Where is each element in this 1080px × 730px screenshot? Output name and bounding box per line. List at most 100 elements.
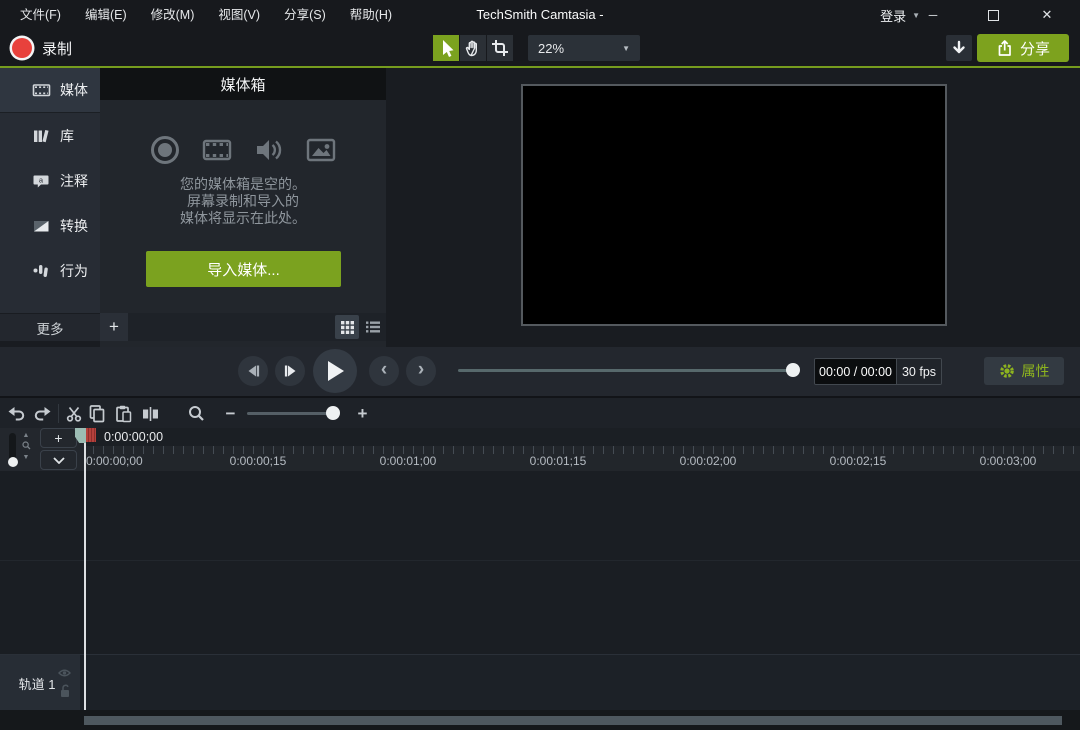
menu-edit[interactable]: 编辑(E) xyxy=(75,0,137,30)
share-button[interactable]: 分享 xyxy=(977,34,1069,62)
transition-square-icon xyxy=(32,217,51,235)
timeline-zoom-thumb[interactable] xyxy=(326,406,340,420)
pan-tool-button[interactable] xyxy=(460,35,486,61)
track-1-header[interactable]: 轨道 1 xyxy=(0,655,80,710)
minimize-button[interactable]: ─ xyxy=(910,0,956,30)
sidebar-item-behaviors[interactable]: 行为 xyxy=(0,248,100,293)
menu-modify[interactable]: 修改(M) xyxy=(141,0,205,30)
previous-clip-button[interactable]: ‹ xyxy=(369,356,399,386)
lock-open-icon[interactable] xyxy=(60,684,71,698)
play-button[interactable] xyxy=(313,349,357,393)
track-height-thumb[interactable] xyxy=(8,457,18,467)
time-display: 00:00 / 00:00 30 fps xyxy=(814,358,942,385)
add-media-button[interactable]: + xyxy=(100,313,128,341)
copy-button[interactable] xyxy=(84,401,109,426)
sidebar-item-library[interactable]: 库 xyxy=(0,113,100,158)
ruler-label: 0:00:01;15 xyxy=(530,454,587,468)
properties-label: 属性 xyxy=(1022,361,1050,381)
step-forward-button[interactable] xyxy=(275,356,305,386)
arrow-up-icon: ▲ xyxy=(20,432,32,440)
media-bin-footer: + xyxy=(100,313,386,341)
timeline-empty-area[interactable] xyxy=(0,471,1080,654)
record-icon xyxy=(12,38,32,58)
sign-in-label: 登录 xyxy=(880,6,906,25)
current-time[interactable]: 00:00 / 00:00 xyxy=(815,359,896,384)
select-tool-button[interactable] xyxy=(433,35,459,61)
toolbar-separator xyxy=(58,404,59,423)
annotation-bubble-icon: a xyxy=(32,172,51,190)
grid-view-icon xyxy=(341,321,354,334)
track-row-1[interactable]: 轨道 1 xyxy=(0,654,1080,710)
menu-share[interactable]: 分享(S) xyxy=(274,0,336,30)
gear-icon xyxy=(999,363,1015,379)
split-icon xyxy=(141,405,160,423)
playhead-line[interactable] xyxy=(84,428,86,710)
ruler-label: 0:00:00;15 xyxy=(230,454,287,468)
plus-icon: + xyxy=(54,430,62,446)
undo-icon xyxy=(7,405,26,422)
canvas-zoom-dropdown[interactable]: 22% ▼ xyxy=(528,35,640,61)
empty-text-line: 屏幕录制和导入的 xyxy=(100,193,386,210)
zoom-in-button[interactable]: + xyxy=(350,401,375,426)
chevron-down-icon xyxy=(53,457,65,464)
ruler-label: 0:00:00;00 xyxy=(86,454,143,468)
record-circle-icon xyxy=(149,134,181,166)
menu-bar: 文件(F) 编辑(E) 修改(M) 视图(V) 分享(S) 帮助(H) xyxy=(10,0,402,30)
properties-button[interactable]: 属性 xyxy=(984,357,1064,385)
redo-button[interactable] xyxy=(30,401,55,426)
next-clip-button[interactable]: › xyxy=(406,356,436,386)
canvas-tools xyxy=(433,35,513,61)
step-forward-icon xyxy=(283,364,298,378)
track-options-button[interactable] xyxy=(40,450,77,470)
minimize-icon: ─ xyxy=(929,8,938,22)
cut-button[interactable] xyxy=(61,401,86,426)
eye-icon[interactable] xyxy=(58,668,71,678)
playhead-out-handle[interactable] xyxy=(86,428,96,442)
menu-help[interactable]: 帮助(H) xyxy=(340,0,402,30)
sidebar-item-transitions[interactable]: 转换 xyxy=(0,203,100,248)
crop-tool-button[interactable] xyxy=(487,35,513,61)
undo-button[interactable] xyxy=(4,401,29,426)
sidebar-item-label: 媒体 xyxy=(60,80,88,100)
chevron-down-icon: ▼ xyxy=(622,44,630,53)
title-bar: TechSmith Camtasia - 文件(F) 编辑(E) 修改(M) 视… xyxy=(0,0,1080,30)
frame-rate[interactable]: 30 fps xyxy=(896,359,941,384)
split-button[interactable] xyxy=(138,401,163,426)
sidebar-item-media[interactable]: 媒体 xyxy=(0,68,100,113)
add-track-button[interactable]: + xyxy=(40,428,77,448)
maximize-button[interactable] xyxy=(970,0,1016,30)
grid-view-button[interactable] xyxy=(335,315,359,339)
plus-icon: + xyxy=(358,405,368,422)
timeline-scrollbar-thumb[interactable] xyxy=(84,716,1062,725)
video-preview[interactable] xyxy=(521,84,947,326)
tools-sidebar: 媒体 库 a 注释 转换 行为 更多 xyxy=(0,68,100,341)
empty-text-line: 媒体将显示在此处。 xyxy=(100,210,386,227)
close-button[interactable]: ✕ xyxy=(1024,0,1070,30)
ruler-ticks xyxy=(84,446,1080,454)
camtasia-window: TechSmith Camtasia - 文件(F) 编辑(E) 修改(M) 视… xyxy=(0,0,1080,730)
menu-view[interactable]: 视图(V) xyxy=(208,0,270,30)
previous-frame-icon xyxy=(246,364,261,378)
menu-file[interactable]: 文件(F) xyxy=(10,0,71,30)
ruler-label: 0:00:02;00 xyxy=(680,454,737,468)
track-1-label: 轨道 1 xyxy=(14,674,60,693)
magnifier-small-icon xyxy=(22,441,31,450)
scrubber-thumb[interactable] xyxy=(786,363,800,377)
previous-frame-button[interactable] xyxy=(238,356,268,386)
sidebar-more-button[interactable]: 更多 xyxy=(0,313,100,341)
scrubber-track[interactable] xyxy=(458,369,792,372)
sidebar-item-annotations[interactable]: a 注释 xyxy=(0,158,100,203)
export-download-button[interactable] xyxy=(946,35,972,61)
media-bin-empty-text: 您的媒体箱是空的。 屏幕录制和导入的 媒体将显示在此处。 xyxy=(100,176,386,227)
paste-button[interactable] xyxy=(110,401,135,426)
timeline-toolbar: − + xyxy=(0,396,1080,428)
timeline-zoom-button[interactable] xyxy=(184,401,209,426)
record-button[interactable]: 录制 xyxy=(9,30,72,66)
track-height-arrows[interactable]: ▲ ▼ xyxy=(20,432,32,462)
magnifier-icon xyxy=(188,405,205,422)
download-icon xyxy=(951,40,967,56)
import-media-button[interactable]: 导入媒体... xyxy=(146,251,341,287)
zoom-out-button[interactable]: − xyxy=(218,401,243,426)
timeline-ruler[interactable]: 0:00:00;00 0:00:00;15 0:00:01;00 0:00:01… xyxy=(84,446,1080,471)
list-view-button[interactable] xyxy=(361,315,385,339)
